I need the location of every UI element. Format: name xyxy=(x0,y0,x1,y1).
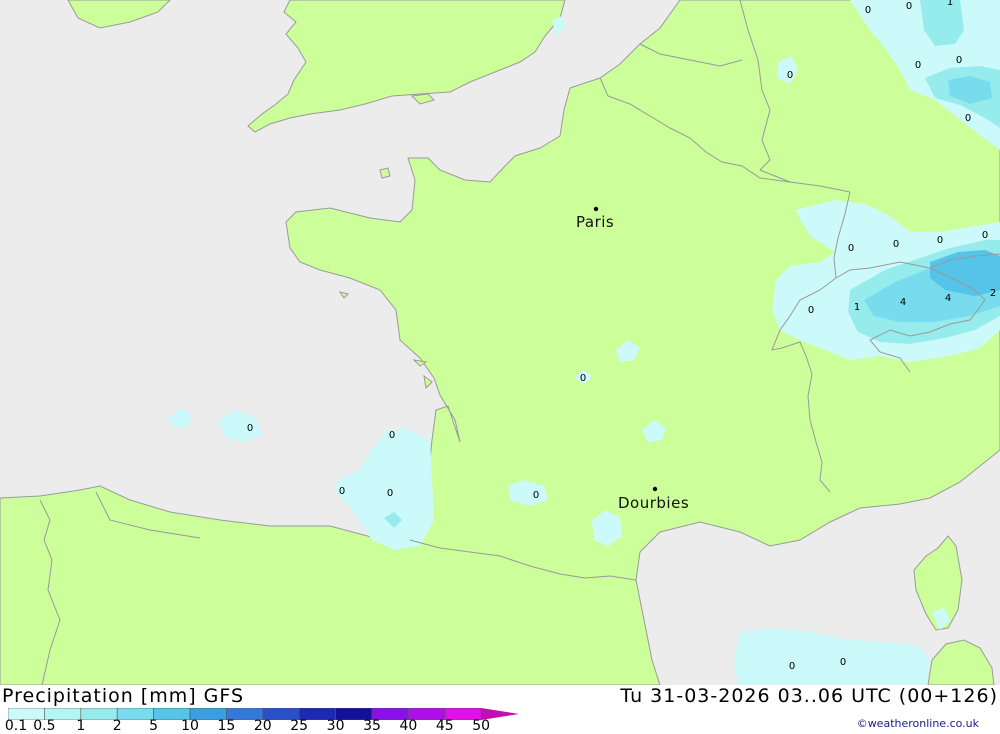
value-label: 4 xyxy=(945,293,951,304)
value-label: 0 xyxy=(906,1,912,12)
scale-tick-label: 35 xyxy=(363,718,381,734)
value-label: 0 xyxy=(387,488,393,499)
value-label: 0 xyxy=(787,70,793,81)
value-label: 0 xyxy=(848,243,854,254)
scale-tick-label: 0.1 xyxy=(4,718,28,734)
value-label: 4 xyxy=(900,297,906,308)
value-label: 0 xyxy=(865,5,871,16)
scale-tick-label: 30 xyxy=(326,718,345,734)
scale-tick-label: 1 xyxy=(76,718,86,734)
value-label: 0 xyxy=(956,55,962,66)
channel-islands xyxy=(379,167,391,179)
precipitation-map: Paris Dourbies 0 0 1 0 0 0 0 0 0 0 1 4 4… xyxy=(0,0,1000,685)
value-label: 1 xyxy=(947,0,953,8)
value-label: 0 xyxy=(389,430,395,441)
scale-tick-label: 15 xyxy=(217,718,236,734)
scale-tick-label: 10 xyxy=(181,718,199,734)
value-label: 0 xyxy=(808,305,814,316)
value-label: 2 xyxy=(990,288,996,299)
value-label: 0 xyxy=(965,113,971,124)
credit-link[interactable]: ©weatheronline.co.uk xyxy=(857,717,979,730)
value-label: 0 xyxy=(915,60,921,71)
scale-tick-label: 20 xyxy=(253,718,272,734)
paris-marker xyxy=(593,206,599,212)
value-label: 0 xyxy=(937,235,943,246)
value-label: 0 xyxy=(893,239,899,250)
value-label: 0 xyxy=(982,230,988,241)
value-label: 0 xyxy=(339,486,345,497)
value-label: 0 xyxy=(840,657,846,668)
value-label: 0 xyxy=(533,490,539,501)
valid-time: Tu 31-03-2026 03..06 UTC (00+126) xyxy=(620,685,998,707)
dourbies-label: Dourbies xyxy=(618,494,689,512)
legend-footer: Precipitation [mm] GFS Tu 31-03-2026 03.… xyxy=(0,685,1000,734)
scale-box xyxy=(116,708,154,720)
value-label: 1 xyxy=(854,302,860,313)
value-label: 0 xyxy=(247,423,253,434)
dourbies-marker xyxy=(652,486,658,492)
scale-tick-label: 5 xyxy=(149,718,159,734)
scale-tick-label: 25 xyxy=(290,718,309,734)
scale-tick-label: 50 xyxy=(472,718,491,734)
value-label: 0 xyxy=(789,661,795,672)
scale-tick-label: 2 xyxy=(112,718,122,734)
scale-tick-label: 40 xyxy=(399,718,418,734)
scale-tick-label: 0.5 xyxy=(33,718,56,734)
paris-label: Paris xyxy=(576,213,614,231)
map-title: Precipitation [mm] GFS xyxy=(2,685,245,707)
scale-tick-label: 45 xyxy=(435,718,454,734)
value-label: 0 xyxy=(580,373,586,384)
